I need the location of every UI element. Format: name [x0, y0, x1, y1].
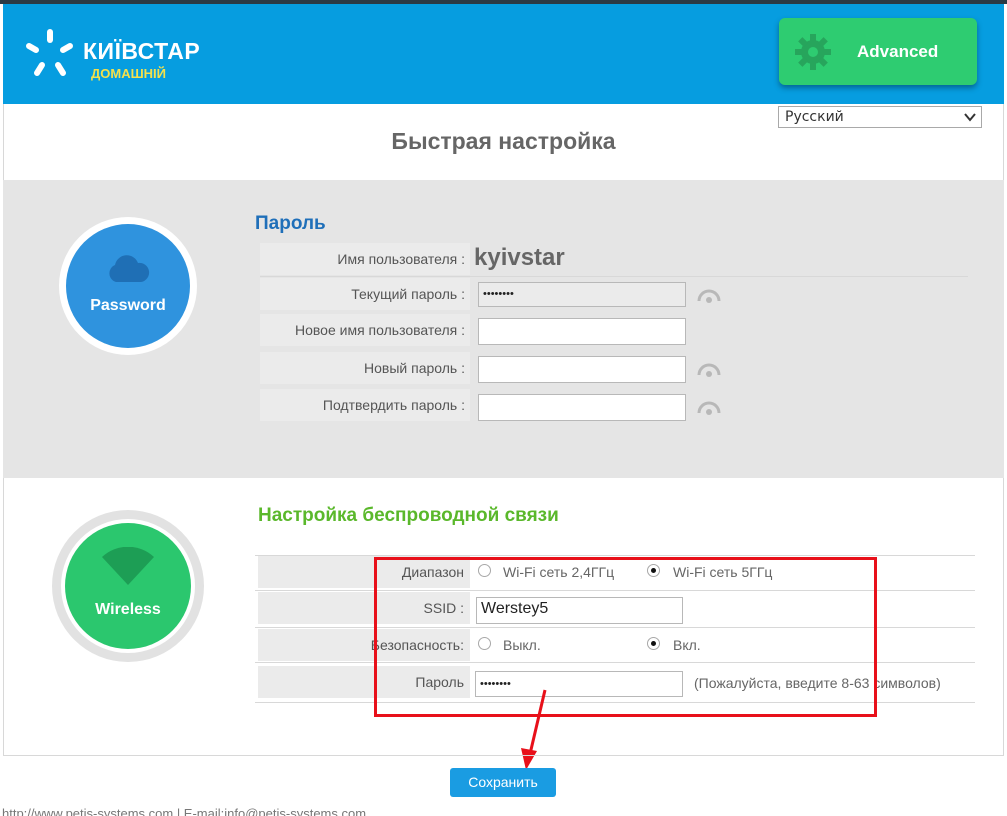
footer-text: http://www.petis-systems.com | E-mail:in… [2, 806, 367, 816]
advanced-label: Advanced [857, 42, 939, 61]
divider [260, 276, 968, 277]
username-label: Имя пользователя : [260, 243, 470, 275]
show-password-icon[interactable] [697, 400, 721, 416]
cloud-icon [109, 255, 150, 282]
wireless-section-title: Настройка беспроводной связи [258, 505, 559, 526]
wifi-icon [102, 547, 154, 585]
new-username-input[interactable] [478, 318, 686, 345]
sun-icon [26, 29, 73, 76]
highlight-box [374, 557, 877, 717]
password-badge: Password [59, 217, 197, 355]
new-password-input[interactable] [478, 356, 686, 383]
confirm-password-label: Подтвердить пароль : [260, 389, 470, 421]
router-quick-setup-page: { "brand": { "line1": "КИЇВСТАР", "line2… [0, 0, 1007, 816]
show-password-icon[interactable] [697, 362, 721, 378]
save-button[interactable]: Сохранить [450, 768, 556, 797]
current-password-label: Текущий пароль : [260, 278, 470, 310]
chevron-down-icon [964, 113, 976, 122]
wireless-badge: Wireless [52, 510, 204, 662]
password-section-title: Пароль [255, 213, 326, 234]
gear-icon [795, 34, 831, 70]
password-badge-label: Password [90, 297, 166, 314]
username-row: Имя пользователя : kyivstar [260, 243, 968, 275]
page-title: Быстрая настройка [391, 128, 616, 154]
language-select[interactable]: Русский [778, 106, 982, 128]
brand-subtitle: ДОМАШНІЙ [91, 66, 166, 81]
language-value: Русский [785, 109, 844, 125]
bottom-divider [3, 755, 1004, 756]
brand-name: КИЇВСТАР [83, 38, 201, 64]
arrow-annotation [521, 689, 547, 770]
current-password-field[interactable]: •••••••• [478, 282, 686, 307]
wireless-badge-label: Wireless [95, 601, 161, 618]
advanced-button[interactable]: Advanced [779, 18, 977, 85]
show-password-icon[interactable] [697, 288, 721, 304]
new-username-label: Новое имя пользователя : [260, 314, 470, 346]
username-value: kyivstar [474, 244, 565, 271]
new-password-label: Новый пароль : [260, 352, 470, 384]
kyivstar-logo[interactable]: КИЇВСТАР ДОМАШНІЙ [23, 26, 200, 86]
confirm-password-input[interactable] [478, 394, 686, 421]
